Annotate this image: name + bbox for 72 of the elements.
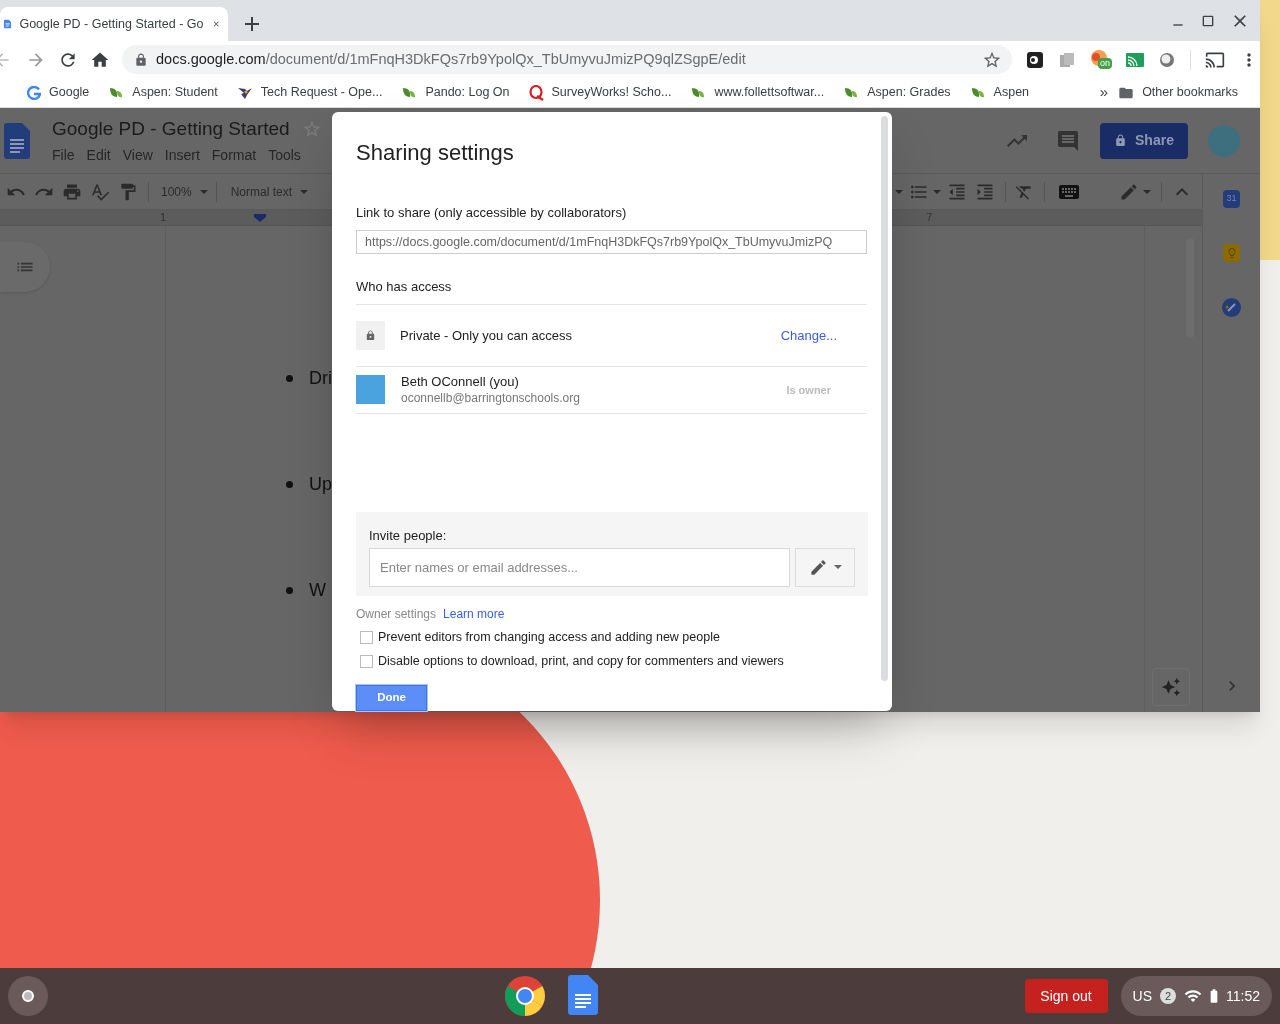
sparkle-icon: [1161, 677, 1181, 697]
bookmark[interactable]: Tech Request - Ope...: [236, 83, 383, 102]
document-text: Up: [309, 472, 332, 496]
clock: 11:52: [1226, 986, 1260, 1006]
dialog-title: Sharing settings: [356, 139, 515, 167]
done-button[interactable]: Done: [356, 684, 427, 711]
wifi-icon: [1184, 987, 1202, 1005]
browser-tab[interactable]: Google PD - Getting Started - Go: [0, 7, 228, 41]
pencil-icon[interactable]: [1119, 181, 1139, 202]
cast-extension-icon[interactable]: [1126, 51, 1144, 68]
caret-icon: [199, 189, 208, 194]
docs-logo-icon[interactable]: [4, 122, 30, 159]
other-bookmarks[interactable]: Other bookmarks: [1118, 83, 1238, 102]
link-field[interactable]: https://docs.google.com/document/d/1mFnqH3DkFQs7rb9YpolQx_TbUmyvuJmizPQ: [356, 229, 867, 254]
caret-icon[interactable]: [1143, 189, 1151, 194]
lock-icon: [1114, 134, 1128, 147]
paint-format-icon[interactable]: [118, 181, 138, 202]
change-link[interactable]: Change...: [780, 325, 837, 346]
outline-button[interactable]: [0, 242, 50, 292]
avatar: [356, 375, 385, 405]
url-text: docs.google.com/document/d/1mFnqH3DkFQs7rb9YpolQx_TbUmyvuJmizPQ9qlZSgpE/edit: [156, 49, 747, 69]
field-label: Invite people:: [369, 527, 448, 546]
person-name: Beth OConnell (you): [401, 373, 520, 390]
more-bookmarks-button[interactable]: »: [1099, 81, 1109, 104]
bookmark[interactable]: Google: [27, 83, 90, 102]
tab-title: Google PD - Getting Started - Go: [19, 15, 204, 33]
extension-icon[interactable]: [1026, 50, 1044, 69]
comments-icon[interactable]: [1056, 128, 1080, 153]
lock-icon: [134, 52, 148, 67]
google-logo-icon: [27, 85, 41, 100]
caret-icon[interactable]: [933, 189, 941, 194]
sign-out-button[interactable]: Sign out: [1024, 979, 1108, 1013]
permission-dropdown[interactable]: [795, 547, 855, 587]
checkbox[interactable]: [360, 631, 373, 645]
role-label: Is owner: [786, 382, 831, 398]
bookmark[interactable]: Aspen: [969, 83, 1030, 102]
learn-more-link[interactable]: Learn more: [443, 605, 505, 624]
document-text: W: [309, 578, 326, 602]
keep-icon[interactable]: [1223, 244, 1240, 262]
bookmark[interactable]: Aspen: Student: [108, 83, 218, 102]
q-logo-icon: [528, 84, 544, 101]
docs-icon[interactable]: [568, 975, 599, 1015]
share-button[interactable]: Share: [1100, 122, 1188, 159]
launcher-button[interactable]: [8, 976, 48, 1016]
caret-icon: [300, 189, 309, 194]
access-text: Private - Only you can access: [400, 326, 573, 345]
bookmark[interactable]: Aspen: Grades: [843, 83, 951, 102]
bookmark[interactable]: Pando: Log On: [401, 83, 510, 102]
indent-marker-icon: [254, 213, 267, 222]
checkbox-label: Prevent editors from changing access and adding new people: [378, 629, 720, 647]
section-label: Who has access: [356, 277, 453, 296]
tasks-icon[interactable]: [1222, 298, 1241, 317]
status-area[interactable]: US 2 11:52: [1120, 976, 1272, 1016]
bookmark[interactable]: SurveyWorks! Scho...: [528, 83, 672, 102]
address-bar[interactable]: docs.google.com/document/d/1mFnqH3DkFQs7rb9YpolQx_TbUmyvuJmizPQ9qlZSgpE/edit: [122, 45, 1012, 74]
notification-count: 2: [1160, 988, 1176, 1004]
lock-icon: [365, 329, 376, 341]
chrome-icon[interactable]: [504, 975, 547, 1017]
checkbox[interactable]: [360, 654, 373, 668]
explore-button[interactable]: [1152, 668, 1190, 706]
person-email: oconnellb@barringtonschools.org: [401, 389, 581, 406]
caret-icon: [833, 565, 842, 570]
extension-badge: on: [1098, 57, 1112, 69]
input-method-label: US: [1132, 986, 1152, 1006]
document-text: Dri: [309, 366, 332, 390]
caret-icon[interactable]: [895, 189, 903, 194]
checkbox-label: Disable options to download, print, and copy for commenters and viewers: [378, 652, 784, 670]
document-title[interactable]: Google PD - Getting Started: [52, 114, 290, 144]
avatar: [1208, 124, 1240, 157]
bookmark[interactable]: www.follettsoftwar...: [690, 83, 825, 102]
invite-field[interactable]: Enter names or email addresses...: [369, 547, 790, 587]
section-label: Owner settings: [356, 606, 437, 624]
